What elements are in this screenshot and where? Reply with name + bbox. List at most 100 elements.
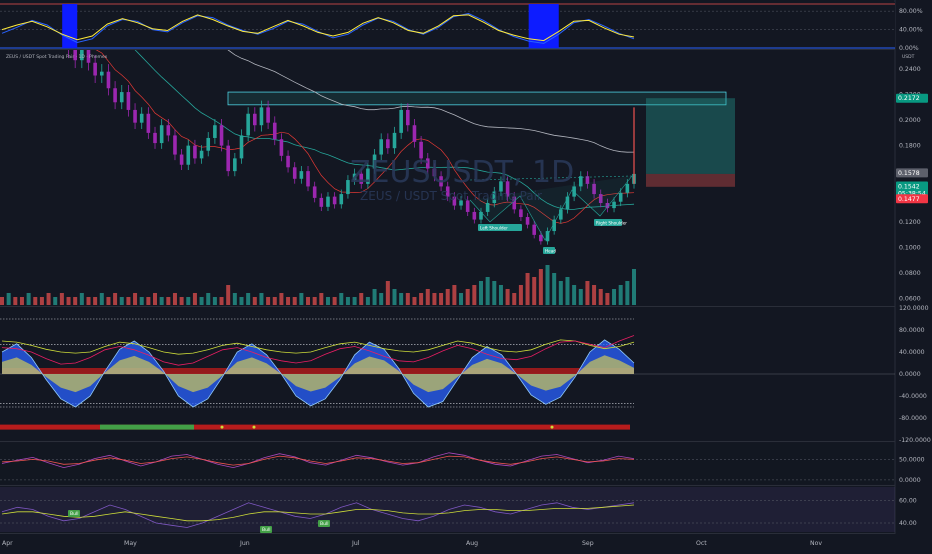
volume-bar xyxy=(153,293,158,305)
volume-bar xyxy=(558,281,563,305)
candle-body xyxy=(206,137,211,151)
volume-bar xyxy=(572,285,577,305)
axis-tick-label: 40.0000 xyxy=(899,349,925,356)
volume-bar xyxy=(59,293,64,305)
candle-body xyxy=(312,186,317,198)
volume-bar xyxy=(485,277,490,305)
axis-tick-label: 50.0000 xyxy=(899,456,925,463)
volume-bar xyxy=(445,289,450,305)
rsi-pane-1[interactable] xyxy=(0,443,895,484)
candle-body xyxy=(219,125,224,146)
osc-status-dot xyxy=(550,425,554,429)
candle-body xyxy=(612,201,616,209)
candle-body xyxy=(399,109,403,133)
axis-tick-label: 40.00% xyxy=(899,27,923,34)
osc-status-bull xyxy=(100,424,194,430)
volume-bar xyxy=(79,293,84,305)
candle-body xyxy=(525,217,530,225)
volume-bar xyxy=(605,293,610,305)
volume-bar xyxy=(0,297,4,305)
volume-bar xyxy=(552,273,557,305)
volume-bar xyxy=(399,293,404,305)
candle-body xyxy=(186,145,191,165)
pattern-label: Left Shoulder xyxy=(480,226,508,231)
candle-body xyxy=(286,155,290,168)
volume-bar xyxy=(139,297,144,305)
volume-bar xyxy=(113,293,118,305)
axis-tick-label: 0.2400 xyxy=(899,66,921,73)
long-stop-zone xyxy=(646,173,735,187)
candle-body xyxy=(133,109,137,123)
candle-body xyxy=(153,132,157,144)
candle-body xyxy=(213,125,217,138)
volume-bar xyxy=(405,293,410,305)
volume-bar xyxy=(592,285,597,305)
candle-body xyxy=(625,183,630,193)
volume-bar xyxy=(525,273,530,305)
top-oscillator-pane[interactable] xyxy=(0,2,895,49)
volume-bar xyxy=(292,297,297,305)
candle-body xyxy=(326,196,330,207)
volume-bar xyxy=(532,277,537,305)
axis-tick-label: 0.0000 xyxy=(899,371,921,378)
candle-body xyxy=(392,132,397,149)
candle-body xyxy=(379,139,383,155)
volume-bar xyxy=(598,289,603,305)
candle-body xyxy=(272,122,277,140)
pair-title: ZEUS / USDT Spot Trading Pair · 1D · Phe… xyxy=(6,54,108,60)
candle-body xyxy=(226,145,230,172)
volume-bar xyxy=(585,281,590,305)
time-tick-label: Oct xyxy=(696,540,707,547)
time-tick-label: May xyxy=(124,540,137,547)
axis-tick-label: 0.0000 xyxy=(899,477,921,484)
volume-bar xyxy=(266,297,271,305)
volume-bar xyxy=(46,293,51,305)
volume-bar xyxy=(186,297,191,305)
candle-body xyxy=(126,92,131,110)
candle-body xyxy=(279,139,284,156)
volume-bar xyxy=(6,293,11,305)
candle-body xyxy=(532,224,537,235)
axis-tick-label: 0.1000 xyxy=(899,245,921,252)
volume-bar xyxy=(172,293,177,305)
volume-bar xyxy=(179,297,184,305)
time-tick-label: Aug xyxy=(466,540,478,547)
volume-bar xyxy=(13,297,18,305)
axis-tick-label: 0.1800 xyxy=(899,143,921,150)
pair-watermark: ZEUS / USDT Spot Trading Pair xyxy=(360,189,542,203)
volume-bar xyxy=(286,297,291,305)
osc-status-dot xyxy=(252,425,256,429)
volume-bar xyxy=(492,281,497,305)
axis-tick-label: 80.00% xyxy=(899,8,923,15)
pattern-label: Head xyxy=(545,249,556,254)
volume-bar xyxy=(452,285,457,305)
volume-bar xyxy=(19,297,24,305)
volume-bar xyxy=(618,285,623,305)
stop-price-label: 0.1477 xyxy=(898,196,920,203)
axis-tick-label: 0.00% xyxy=(899,45,919,52)
volume-bar xyxy=(26,293,31,305)
volume-bar xyxy=(432,293,437,305)
candle-body xyxy=(139,113,144,123)
volume-bar xyxy=(439,293,444,305)
volume-bar xyxy=(478,281,483,305)
volume-bar xyxy=(312,297,317,305)
chart-stage: Left Shoulder Head Right Shoulder Bull Bull… xyxy=(0,0,932,550)
volume-bar xyxy=(319,293,324,305)
volume-bar xyxy=(332,297,337,305)
rsi-pane-2[interactable]: Bull Bull Bull xyxy=(0,487,895,533)
volume-bar xyxy=(352,297,357,305)
volume-bar xyxy=(379,293,384,305)
chart-canvas[interactable]: Left ShoulderHeadRight Shoulder BullBull… xyxy=(0,0,932,550)
volume-bar xyxy=(246,293,251,305)
volume-bar xyxy=(512,293,517,305)
volume-bar xyxy=(232,293,237,305)
volume-bar xyxy=(239,297,244,305)
volume-bar xyxy=(372,289,377,305)
volume-bar xyxy=(359,293,364,305)
volume-bar xyxy=(365,297,370,305)
top-pane-bg xyxy=(0,2,895,48)
candle-body xyxy=(93,62,97,76)
volume-bar xyxy=(33,297,38,305)
axis-tick-label: 40.00 xyxy=(899,520,917,527)
